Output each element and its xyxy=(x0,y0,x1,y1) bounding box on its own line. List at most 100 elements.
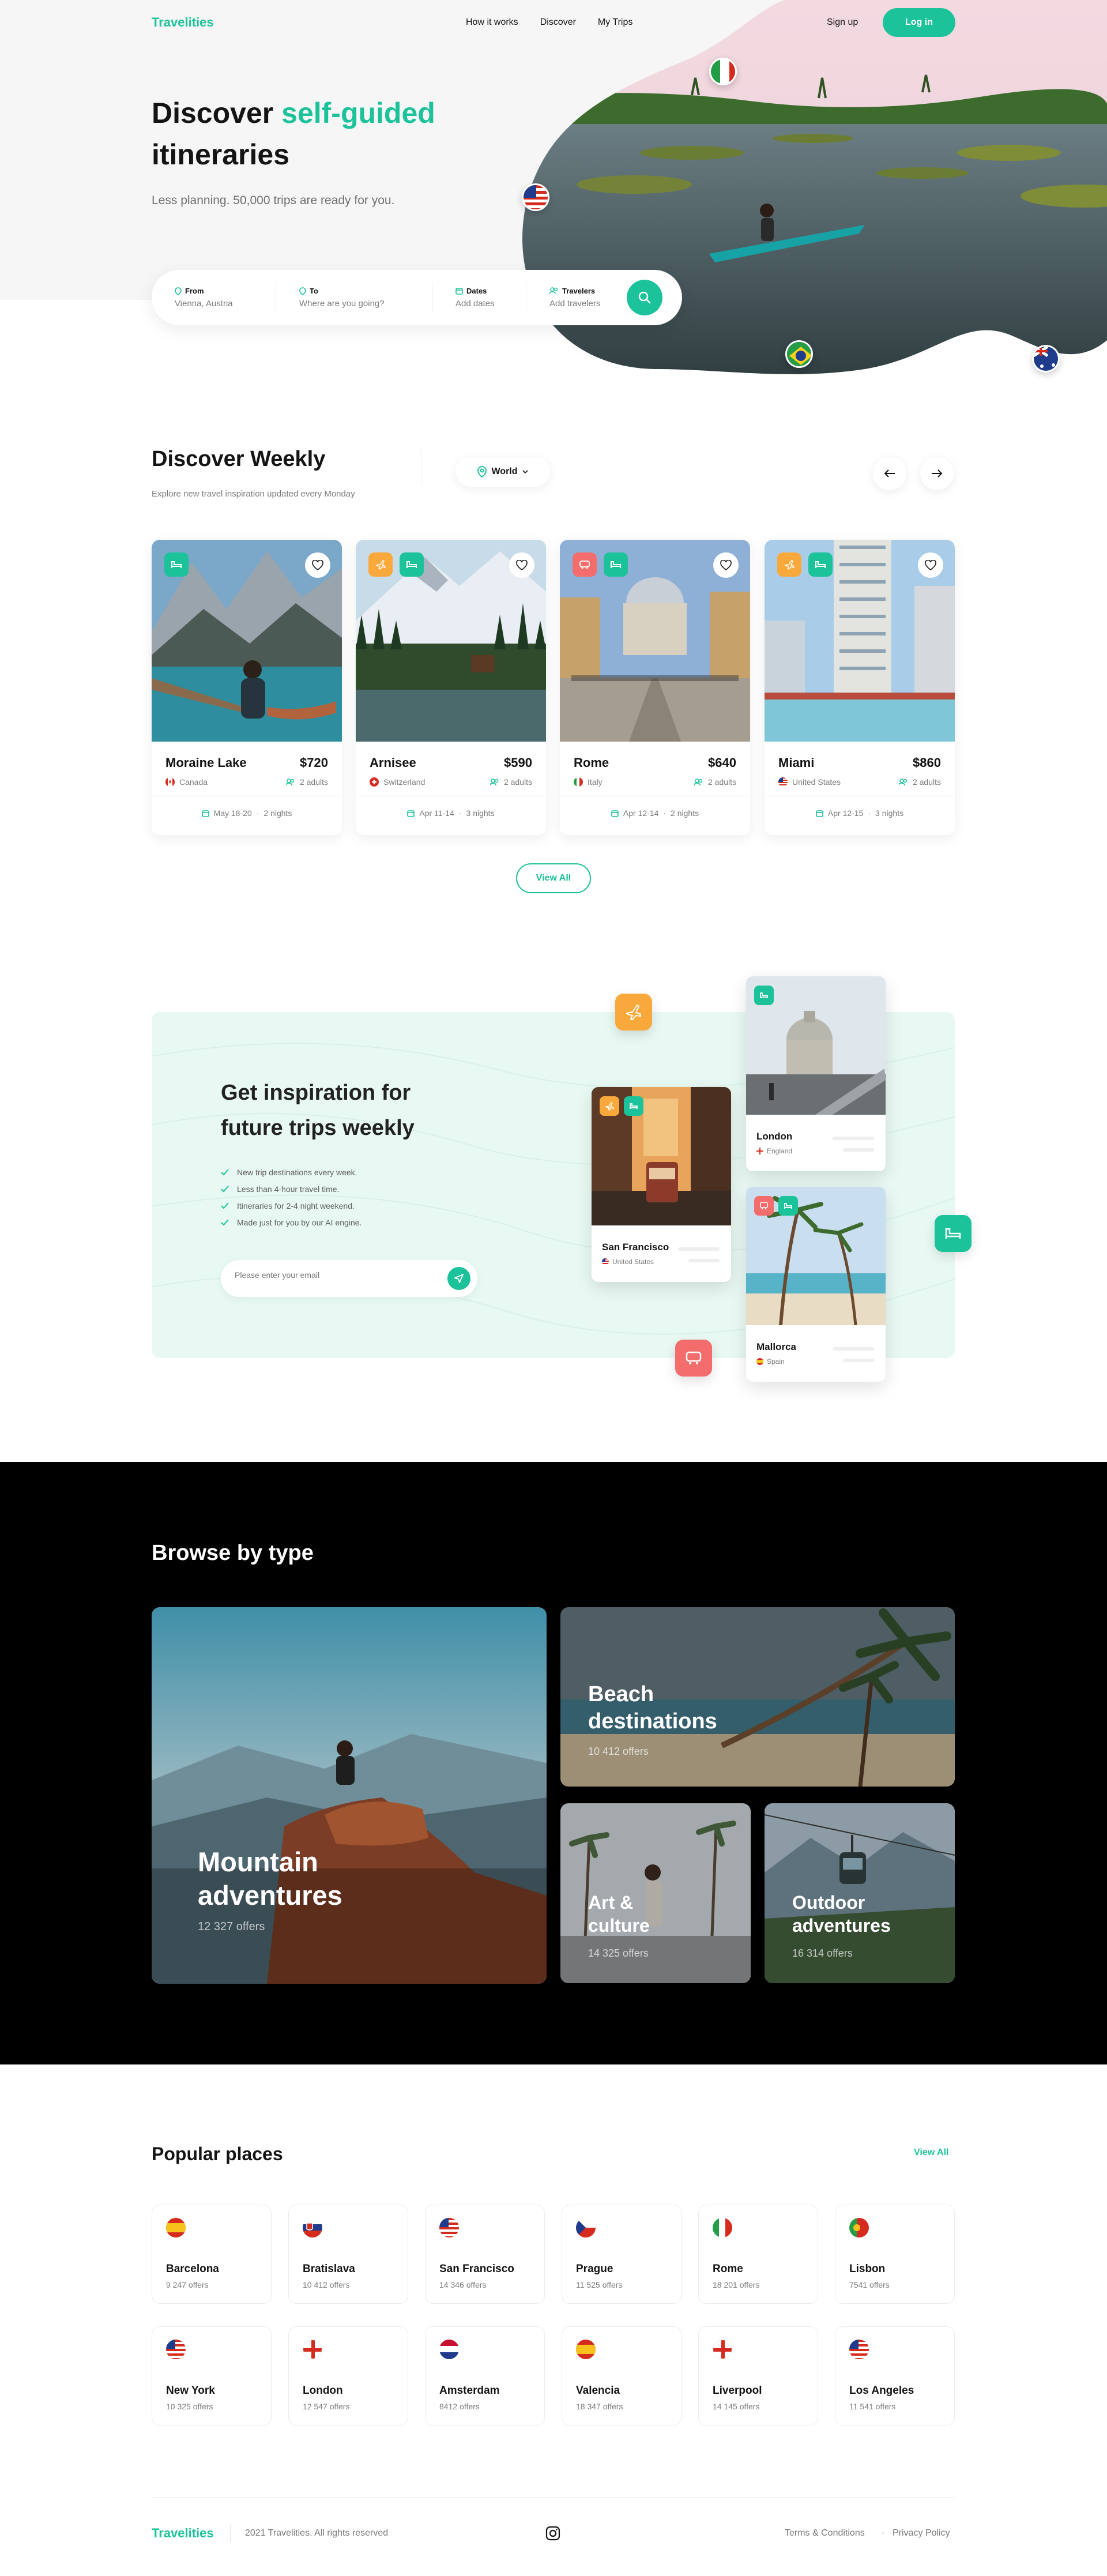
tile-title-line: Outdoor xyxy=(792,1892,865,1913)
to-field[interactable]: To Where are you going? xyxy=(276,287,432,309)
region-dropdown[interactable]: World xyxy=(455,457,550,487)
favorite-button[interactable] xyxy=(713,552,739,578)
place-card[interactable]: London 12 547 offers xyxy=(288,2326,408,2425)
card-country: Switzerland xyxy=(370,777,425,787)
tile-title: Mountain adventures xyxy=(198,1845,342,1912)
submit-email-button[interactable] xyxy=(447,1267,470,1290)
people-icon xyxy=(285,778,295,785)
calendar-icon xyxy=(201,810,209,817)
from-value: Vienna, Austria xyxy=(175,299,233,309)
flight-badge xyxy=(368,552,393,577)
tile-offers: 10 412 offers xyxy=(588,1746,649,1757)
inspiration-title-line: Get inspiration for xyxy=(221,1081,411,1105)
mini-card-mallorca[interactable]: Mallorca Spain xyxy=(746,1187,886,1382)
place-card[interactable]: Amsterdam 8412 offers xyxy=(425,2326,545,2425)
mini-card-image xyxy=(746,976,886,1115)
usa-flag-icon xyxy=(439,2218,459,2237)
place-name: San Francisco xyxy=(439,2263,514,2275)
switzerland-flag-icon xyxy=(370,777,379,787)
privacy-link[interactable]: Privacy Policy xyxy=(893,2528,950,2539)
logo[interactable]: Travelities xyxy=(152,15,214,30)
bullet: · xyxy=(458,808,462,818)
card-image xyxy=(152,540,342,742)
place-card[interactable]: New York 10 325 offers xyxy=(152,2326,272,2425)
plane-float-icon xyxy=(615,994,652,1031)
plane-icon xyxy=(605,1102,614,1111)
instagram-icon[interactable] xyxy=(545,2526,560,2541)
signup-link[interactable]: Sign up xyxy=(827,17,858,28)
place-card[interactable]: Bratislava 10 412 offers xyxy=(288,2205,408,2304)
place-card[interactable]: Lisbon 7541 offers xyxy=(835,2205,955,2304)
search-bar: From Vienna, Austria To Where are you go… xyxy=(152,270,682,325)
dates-field[interactable]: Dates Add dates xyxy=(432,287,526,309)
place-name: Valencia xyxy=(576,2385,620,2397)
place-offers: 14 145 offers xyxy=(713,2402,760,2411)
england-flag-icon xyxy=(303,2340,322,2359)
place-card[interactable]: Los Angeles 11 541 offers xyxy=(835,2326,955,2425)
bullet-item: Less than 4-hour travel time. xyxy=(221,1184,362,1194)
place-card[interactable]: Rome 18 201 offers xyxy=(698,2205,818,2304)
trip-card-arnisee[interactable]: Arnisee $590 Switzerland 2 adults Apr 11… xyxy=(356,540,546,835)
place-card[interactable]: Valencia 18 347 offers xyxy=(562,2326,681,2425)
tile-mountain-adventures[interactable]: Mountain adventures 12 327 offers xyxy=(152,1607,547,1984)
mini-card-san-francisco[interactable]: San Francisco United States xyxy=(592,1087,731,1282)
favorite-button[interactable] xyxy=(305,552,330,578)
view-all-button[interactable]: View All xyxy=(516,863,591,893)
place-card[interactable]: Liverpool 14 145 offers xyxy=(698,2326,818,2425)
popular-view-all-link[interactable]: View All xyxy=(914,2148,948,2158)
tile-outdoor-adventures[interactable]: Outdoor adventures 16 314 offers xyxy=(765,1803,955,1983)
place-name: Prague xyxy=(576,2263,613,2275)
to-label: To xyxy=(310,287,318,295)
czech-flag-icon xyxy=(576,2218,596,2237)
mini-card-image xyxy=(592,1087,731,1225)
email-input[interactable] xyxy=(235,1270,431,1280)
nav-discover[interactable]: Discover xyxy=(540,17,576,28)
favorite-button[interactable] xyxy=(918,552,943,578)
tile-beach-destinations[interactable]: Beach destinations 10 412 offers xyxy=(560,1607,955,1787)
card-guests: 2 adults xyxy=(898,777,941,787)
bullet-item: Itineraries for 2-4 night weekend. xyxy=(221,1201,362,1210)
bed-icon xyxy=(611,561,621,568)
mini-card-country-name: United States xyxy=(612,1258,654,1266)
place-name: London xyxy=(303,2385,343,2397)
footer-logo[interactable]: Travelities xyxy=(152,2526,214,2541)
nav-my-trips[interactable]: My Trips xyxy=(598,17,632,28)
nav-how-it-works[interactable]: How it works xyxy=(466,17,518,28)
trip-card-moraine-lake[interactable]: Moraine Lake $720 Canada 2 adults May 18… xyxy=(152,540,342,835)
tile-title: Art & culture xyxy=(588,1891,650,1937)
login-button[interactable]: Log in xyxy=(883,8,955,37)
trip-card-rome[interactable]: Rome $640 Italy 2 adults Apr 12-14 · 2 nig… xyxy=(560,540,750,835)
card-dates: May 18-20 · 2 nights xyxy=(152,808,342,818)
terms-link[interactable]: Terms & Conditions xyxy=(785,2528,865,2539)
bed-icon xyxy=(171,561,182,568)
tile-art-culture[interactable]: Art & culture 14 325 offers xyxy=(560,1803,751,1983)
plane-icon xyxy=(784,560,795,570)
card-image xyxy=(356,540,546,742)
tile-offers: 14 325 offers xyxy=(588,1947,649,1959)
place-card[interactable]: Prague 11 525 offers xyxy=(562,2205,681,2304)
card-country: United States xyxy=(778,777,841,787)
card-country: Italy xyxy=(574,777,603,787)
card-price: $640 xyxy=(708,755,736,770)
lodging-badge xyxy=(808,552,833,577)
skeleton-line xyxy=(833,1347,874,1351)
lodging-badge xyxy=(624,1096,643,1116)
spain-flag-icon xyxy=(166,2218,186,2237)
place-offers: 12 547 offers xyxy=(303,2402,350,2411)
lodging-badge xyxy=(778,1196,798,1216)
prev-arrow-button[interactable] xyxy=(873,457,906,490)
favorite-button[interactable] xyxy=(509,552,534,578)
card-guests-text: 2 adults xyxy=(912,777,941,787)
trip-card-miami[interactable]: Miami $860 United States 2 adults Apr 12… xyxy=(765,540,955,835)
travelers-field[interactable]: Travelers Add travelers xyxy=(526,287,623,309)
place-card[interactable]: Barcelona 9 247 offers xyxy=(152,2205,272,2304)
card-title: Arnisee xyxy=(370,755,416,770)
place-offers: 18 347 offers xyxy=(576,2402,623,2411)
main-nav: How it works Discover My Trips xyxy=(466,17,654,28)
next-arrow-button[interactable] xyxy=(920,457,954,490)
mini-card-london[interactable]: London England xyxy=(746,976,886,1171)
place-card[interactable]: San Francisco 14 346 offers xyxy=(425,2205,545,2304)
from-field[interactable]: From Vienna, Austria xyxy=(152,287,276,309)
search-button[interactable] xyxy=(627,280,662,315)
card-country-name: Switzerland xyxy=(383,777,426,787)
